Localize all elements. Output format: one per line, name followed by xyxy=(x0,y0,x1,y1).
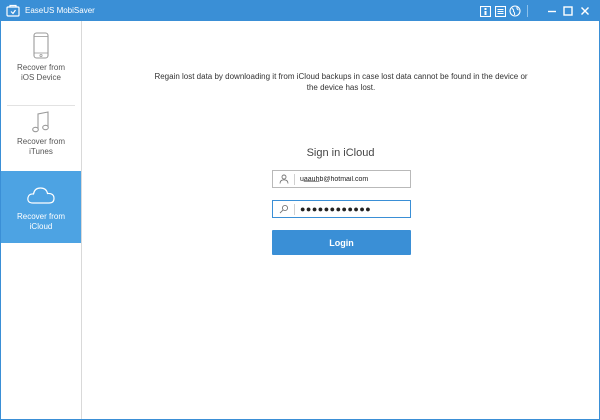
sidebar-item-icloud[interactable]: Recover from iCloud xyxy=(1,171,81,243)
close-icon xyxy=(581,7,589,15)
phone-icon xyxy=(33,32,49,59)
signin-title: Sign in iCloud xyxy=(306,147,375,159)
password-input[interactable] xyxy=(300,202,408,216)
music-note-icon xyxy=(32,111,49,133)
language-button[interactable] xyxy=(508,4,522,18)
email-field[interactable] xyxy=(272,170,411,188)
sidebar: Recover from iOS Device Recover from iTu… xyxy=(1,21,82,419)
app-title: EaseUS MobiSaver xyxy=(25,6,95,15)
menu-icon xyxy=(494,5,506,17)
sidebar-item-label: Recover from xyxy=(16,137,65,146)
main-panel: Regain lost data by downloading it from … xyxy=(82,21,599,419)
description-text: Regain lost data by downloading it from … xyxy=(154,72,528,92)
app-logo-icon xyxy=(6,4,20,17)
titlebar-divider xyxy=(527,5,528,17)
user-icon xyxy=(279,174,289,184)
email-input[interactable] xyxy=(300,172,408,186)
title-bar: EaseUS MobiSaver xyxy=(1,1,599,21)
cloud-icon xyxy=(27,187,55,204)
sidebar-item-label: iTunes xyxy=(29,147,53,156)
minimize-button[interactable] xyxy=(545,4,559,18)
app-window: EaseUS MobiSaver Recover from iOS Device… xyxy=(0,0,600,420)
key-icon xyxy=(279,204,289,214)
sidebar-item-label: Recover from xyxy=(16,212,65,221)
register-icon xyxy=(479,5,491,17)
sidebar-item-itunes[interactable]: Recover from iTunes xyxy=(1,105,81,175)
password-field[interactable] xyxy=(272,200,411,218)
menu-button[interactable] xyxy=(493,4,507,18)
close-button[interactable] xyxy=(578,4,592,18)
sidebar-item-label: Recover from xyxy=(16,63,65,72)
maximize-button[interactable] xyxy=(561,4,575,18)
globe-icon xyxy=(509,5,521,17)
login-button[interactable]: Login xyxy=(272,230,411,255)
maximize-icon xyxy=(563,6,573,16)
register-button[interactable] xyxy=(478,4,492,18)
sidebar-item-ios-device[interactable]: Recover from iOS Device xyxy=(1,29,81,99)
sidebar-item-label: iCloud xyxy=(29,222,53,231)
sidebar-item-label: iOS Device xyxy=(20,73,61,82)
minimize-icon xyxy=(548,10,556,13)
